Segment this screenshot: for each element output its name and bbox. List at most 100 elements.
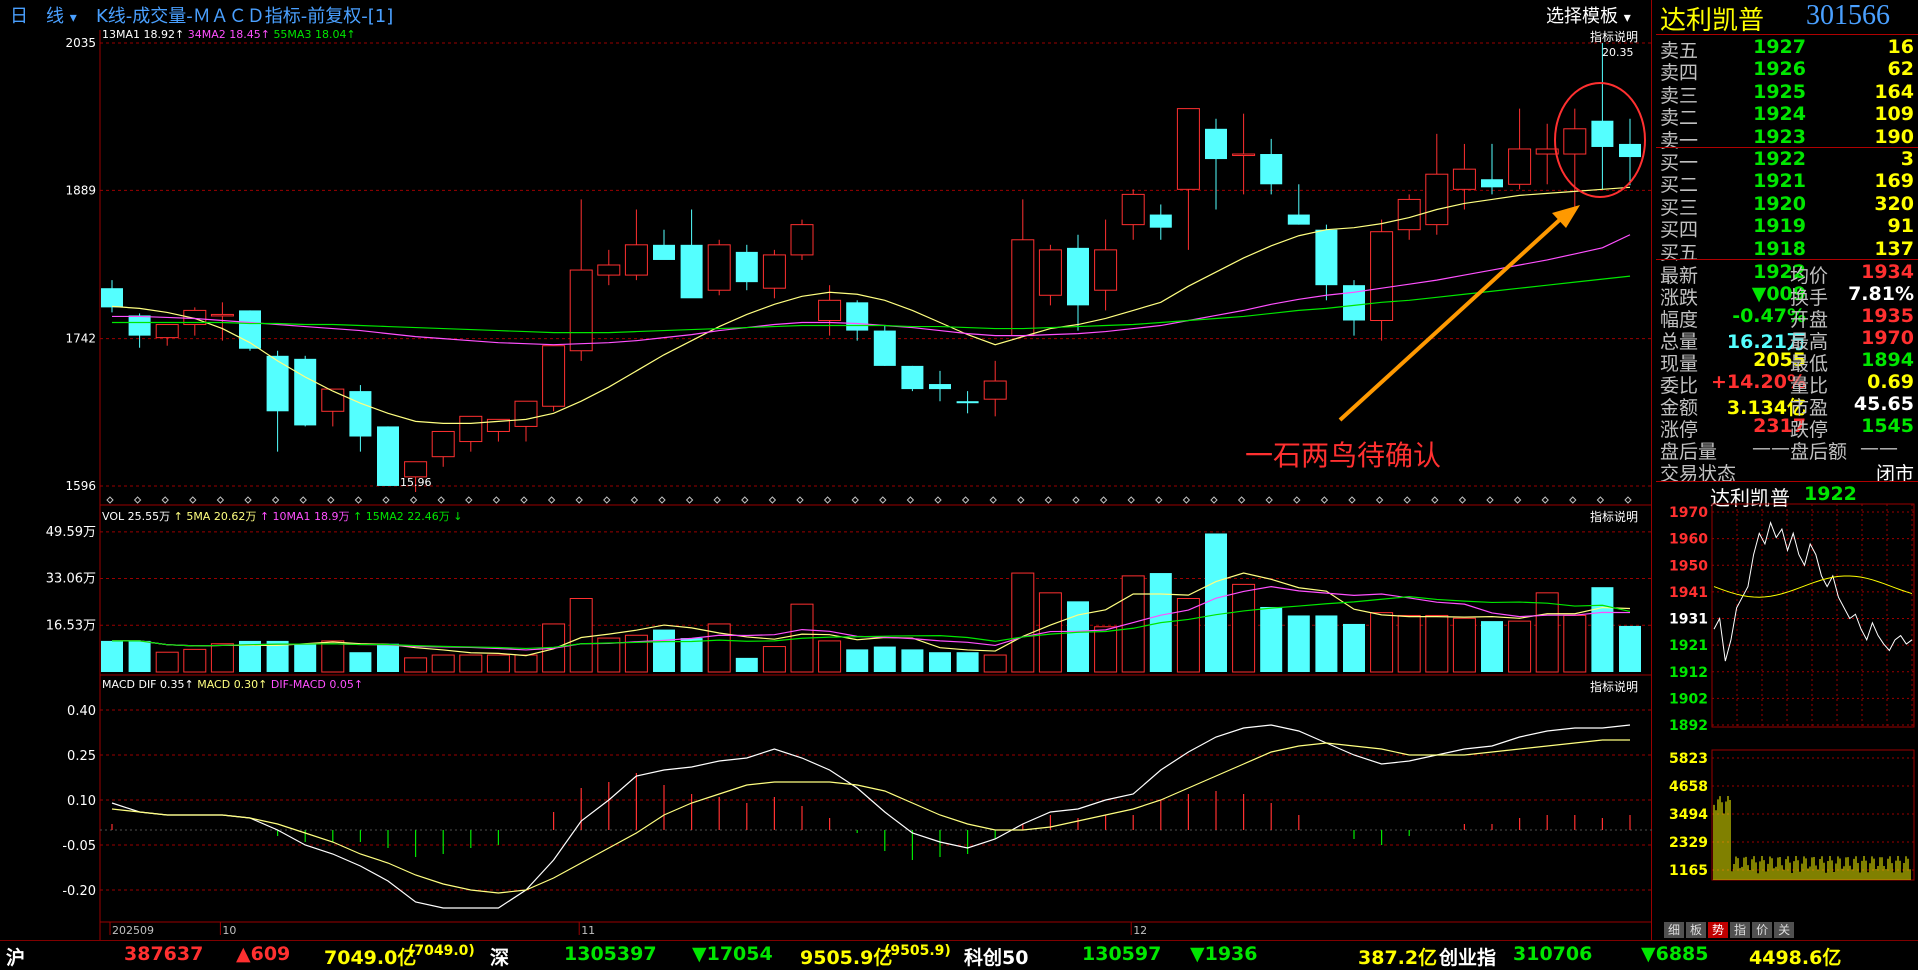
intraday-chart[interactable]: 1970 1960 1950 1941 1931 1921 1912 1902 1892 5823… [1656, 482, 1918, 922]
diamond-marker [823, 496, 832, 504]
diamond-marker [271, 496, 280, 504]
volume-bar [680, 638, 703, 672]
candle-body [901, 365, 924, 390]
volume-bar [818, 640, 842, 673]
macd-help-link[interactable]: 指标说明 [1590, 678, 1638, 695]
diamond-marker [299, 496, 307, 504]
intraday-tab[interactable]: 板 [1686, 922, 1707, 938]
index-amount: 4498.6亿 [1749, 947, 1842, 969]
sell-order-row[interactable]: 卖一 1923 190 [1656, 125, 1918, 152]
candle-body [1481, 179, 1503, 188]
legend-item: ↑ 5MA 20.62万 [173, 510, 260, 523]
volume-bar [653, 629, 675, 672]
legend-item: DIF-MACD 0.05↑ [270, 678, 364, 691]
volume-bar [1563, 614, 1587, 673]
stat-label: 均价 [1790, 265, 1829, 287]
index-name: 沪 [6, 947, 26, 969]
macd-tick-label: -0.20 [62, 884, 96, 899]
candle-body [929, 384, 951, 390]
volume-bar [1591, 587, 1614, 672]
buy-order-row[interactable]: 买二 1921 169 [1656, 170, 1918, 196]
candle-body [404, 461, 428, 478]
buy-order-row[interactable]: 买五 1918 137 [1656, 238, 1918, 264]
diamond-marker [1541, 496, 1549, 504]
order-price: 1923 [1753, 125, 1806, 148]
price-tick-label: 1596 [65, 479, 96, 493]
diamond-marker [1320, 496, 1329, 504]
legend-item: MACD 0.30↑ [197, 678, 271, 691]
candle-body [707, 244, 731, 291]
stat-label: 涨跌 [1660, 287, 1699, 309]
volume-tick-label: 16.53万 [46, 618, 96, 633]
volume-bar [735, 657, 758, 672]
sell-order-row[interactable]: 卖四 1926 62 [1656, 58, 1918, 84]
diamond-marker [1072, 496, 1080, 504]
candle-body [1094, 249, 1118, 291]
after-hours-vol: —— [1752, 437, 1790, 459]
diamond-marker [879, 496, 887, 504]
candle-body [846, 302, 869, 331]
order-volume: 169 [1874, 170, 1914, 193]
volume-bar [294, 643, 317, 672]
sell-order-row[interactable]: 卖三 1925 164 [1656, 81, 1918, 107]
diamond-marker [603, 496, 611, 504]
candle-body [294, 358, 317, 426]
chart-area[interactable]: 2035 1889 1742 1596 49.59万 33.06万 16.53万 0.40 0.… [0, 0, 1652, 940]
volume-bar [1121, 575, 1145, 673]
intraday-volume-frame [1711, 749, 1915, 881]
candle-body [1425, 173, 1449, 226]
diamond-marker [630, 496, 639, 504]
candle-body [1370, 231, 1394, 321]
legend-item: VOL 25.55万 [102, 510, 174, 523]
after-hours-amt: —— [1860, 437, 1898, 459]
candle-body [1260, 154, 1283, 185]
candle-body [569, 269, 593, 352]
macd-tick-label: 0.40 [67, 704, 96, 719]
index-change: ▼1936 [1190, 943, 1258, 965]
buy-order-row[interactable]: 买一 1922 3 [1656, 148, 1918, 174]
intraday-tab[interactable]: 关 [1774, 922, 1795, 938]
stat-label: 委比 [1660, 375, 1699, 397]
legend-item: MACD DIF 0.35↑ [102, 678, 198, 691]
candle-body [1563, 128, 1587, 155]
intraday-vol-label: 3494 [1669, 807, 1708, 823]
intraday-tab[interactable]: 价 [1752, 922, 1773, 938]
intraday-tab[interactable]: 指 [1730, 922, 1751, 938]
intraday-price-label: 1950 [1669, 558, 1708, 574]
order-price: 1919 [1753, 215, 1806, 238]
intraday-price-label: 1941 [1669, 585, 1708, 601]
sell-order-row[interactable]: 卖五 1927 16 [1656, 36, 1918, 62]
candle-body [624, 244, 648, 276]
main-help-link[interactable]: 指标说明 [1590, 28, 1638, 45]
volume-bar [210, 643, 234, 673]
intraday-price-label: 1892 [1669, 718, 1708, 734]
intraday-tab[interactable]: 细 [1664, 922, 1685, 938]
diamond-marker [1458, 496, 1467, 504]
sell-order-row[interactable]: 卖二 1924 109 [1656, 103, 1918, 129]
volume-bar [128, 640, 151, 672]
diamond-marker [161, 496, 169, 504]
diamond-marker [520, 496, 528, 504]
buy-order-row[interactable]: 买三 1920 320 [1656, 193, 1918, 219]
volume-help-link[interactable]: 指标说明 [1590, 508, 1638, 525]
volume-bar [1481, 621, 1503, 672]
intraday-vol-label: 2329 [1669, 835, 1708, 851]
diamond-marker [244, 496, 252, 504]
intraday-tab[interactable]: 势 [1708, 922, 1729, 938]
candle-body [983, 380, 1007, 400]
candle-body [321, 388, 345, 412]
candle-body [128, 315, 151, 336]
diamond-marker [133, 496, 142, 504]
candle-body [431, 430, 455, 458]
index-amount: 9505.9亿 [800, 947, 893, 969]
candle-body [1121, 193, 1145, 226]
diamond-marker [492, 496, 501, 504]
diamond-marker [327, 496, 335, 504]
diamond-marker [1099, 496, 1108, 504]
diamond-marker [685, 496, 694, 504]
diamond-marker [768, 496, 777, 504]
volume-bar [1205, 533, 1227, 672]
order-price: 1921 [1753, 170, 1806, 193]
volume-bar [1343, 623, 1365, 672]
buy-order-row[interactable]: 买四 1919 91 [1656, 215, 1918, 241]
